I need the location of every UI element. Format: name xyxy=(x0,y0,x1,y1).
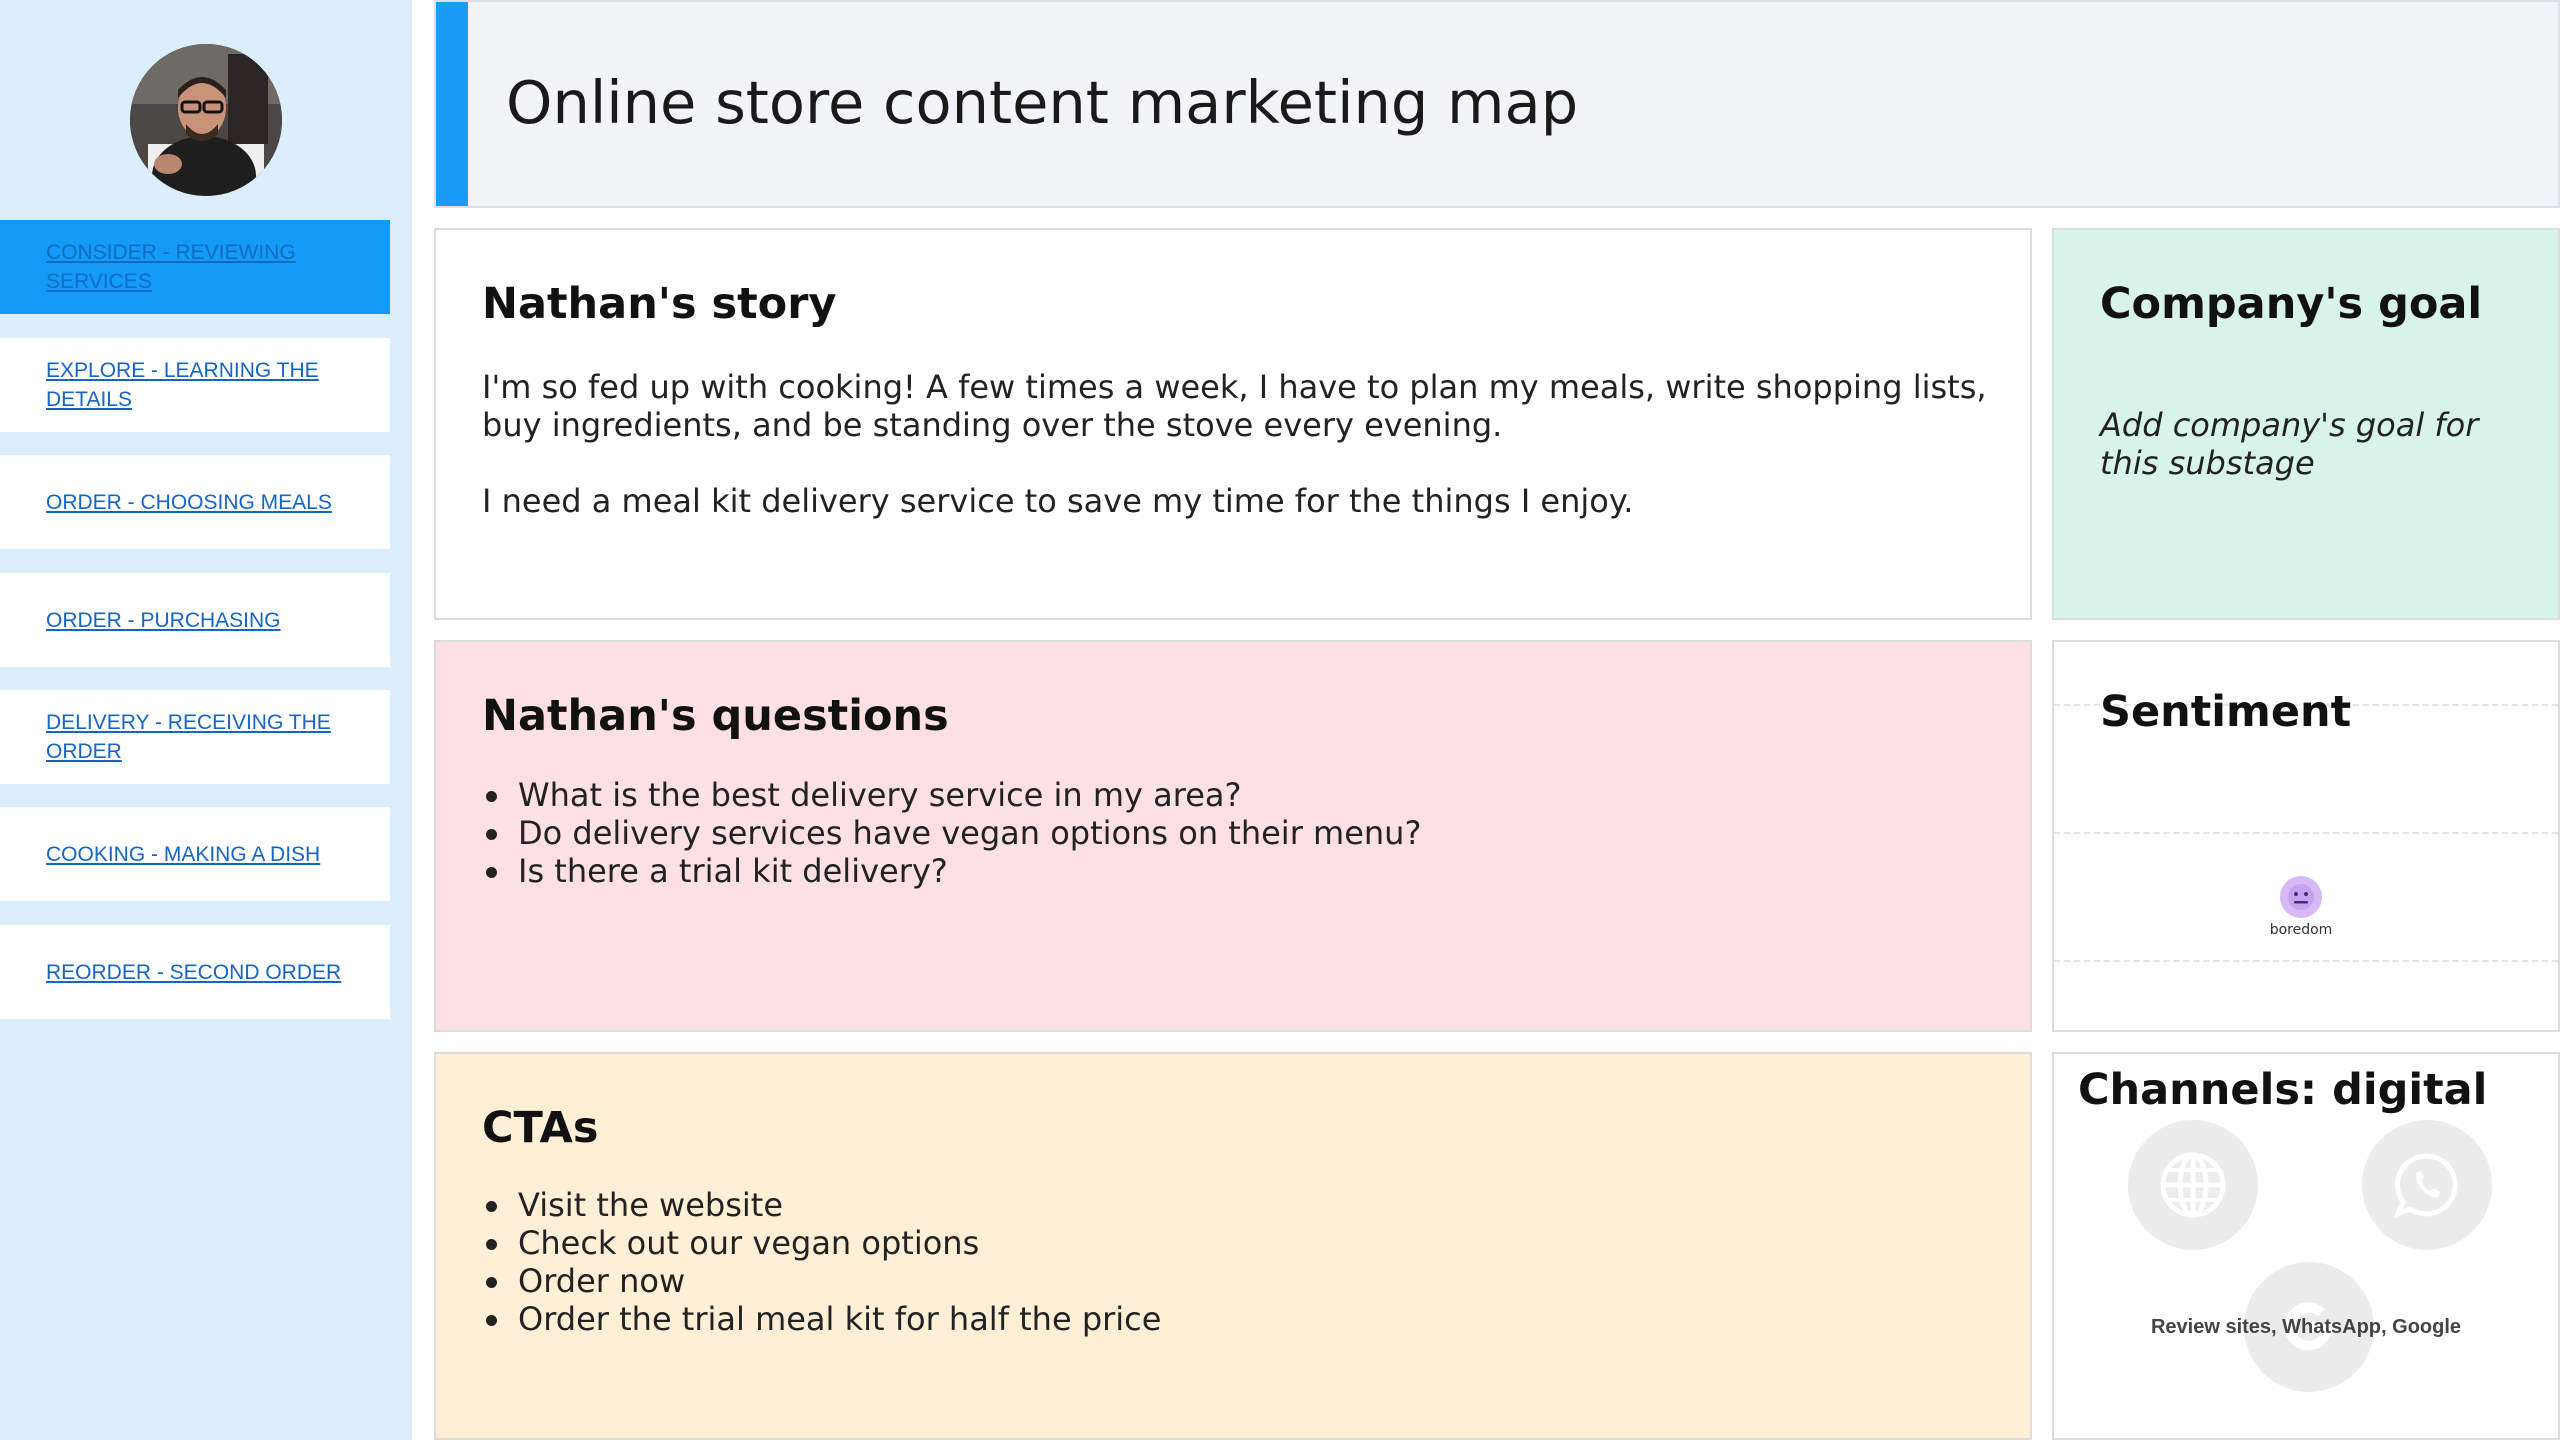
list-item: Order the trial meal kit for half the pr… xyxy=(482,1300,1161,1338)
list-item: Do delivery services have vegan options … xyxy=(482,814,1421,852)
list-item: Check out our vegan options xyxy=(482,1224,1161,1262)
list-item: Order now xyxy=(482,1262,1161,1300)
questions-card: Nathan's questions What is the best deli… xyxy=(434,640,2032,1032)
page-header: Online store content marketing map xyxy=(434,0,2560,208)
whatsapp-icon[interactable] xyxy=(2362,1120,2492,1250)
sidebar-item-choosing-meals[interactable]: ORDER - CHOOSING MEALS xyxy=(0,455,390,549)
sentiment-card: Sentiment boredom xyxy=(2052,640,2560,1032)
story-text: I'm so fed up with cooking! A few times … xyxy=(482,368,2002,520)
story-title: Nathan's story xyxy=(482,279,837,329)
ctas-card: CTAs Visit the website Check out our veg… xyxy=(434,1052,2032,1440)
list-item: Visit the website xyxy=(482,1186,1161,1224)
sentiment-gridline xyxy=(2054,960,2558,962)
sentiment-title: Sentiment xyxy=(2100,687,2352,737)
story-card: Nathan's story I'm so fed up with cookin… xyxy=(434,228,2032,620)
ctas-title: CTAs xyxy=(482,1103,599,1153)
goal-text: Add company's goal for this substage xyxy=(2100,406,2479,482)
sidebar-item-purchasing[interactable]: ORDER - PURCHASING xyxy=(0,573,390,667)
ctas-list: Visit the website Check out our vegan op… xyxy=(482,1186,1161,1338)
sidebar-item-explore[interactable]: EXPLORE - LEARNING THE DETAILS xyxy=(0,338,390,432)
channels-card: Channels: digital Review sites, WhatsApp… xyxy=(2052,1052,2560,1440)
channels-caption: Review sites, WhatsApp, Google xyxy=(2150,1316,2462,1338)
globe-icon[interactable] xyxy=(2128,1120,2258,1250)
goal-card: Company's goal Add company's goal for th… xyxy=(2052,228,2560,620)
sentiment-label: boredom xyxy=(2269,922,2333,938)
sidebar-item-consider[interactable]: CONSIDER - REVIEWING SERVICES xyxy=(0,220,390,314)
page-title: Online store content marketing map xyxy=(506,68,1579,137)
neutral-face-icon[interactable] xyxy=(2280,876,2322,918)
goal-title: Company's goal xyxy=(2100,279,2483,329)
story-paragraph: I need a meal kit delivery service to sa… xyxy=(482,482,1634,520)
sidebar-item-reorder[interactable]: REORDER - SECOND ORDER xyxy=(0,925,390,1019)
channels-title: Channels: digital xyxy=(2078,1065,2488,1115)
sidebar-item-cooking[interactable]: COOKING - MAKING A DISH xyxy=(0,807,390,901)
sidebar-item-delivery[interactable]: DELIVERY - RECEIVING THE ORDER xyxy=(0,690,390,784)
questions-list: What is the best delivery service in my … xyxy=(482,776,1421,890)
person-photo xyxy=(130,44,282,196)
story-paragraph: I'm so fed up with cooking! A few times … xyxy=(482,368,1987,444)
list-item: What is the best delivery service in my … xyxy=(482,776,1421,814)
sidebar: CONSIDER - REVIEWING SERVICES EXPLORE - … xyxy=(0,0,412,1440)
list-item: Is there a trial kit delivery? xyxy=(482,852,1421,890)
sentiment-gridline xyxy=(2054,832,2558,834)
questions-title: Nathan's questions xyxy=(482,691,949,741)
header-accent-bar xyxy=(436,2,468,206)
avatar xyxy=(130,44,282,196)
